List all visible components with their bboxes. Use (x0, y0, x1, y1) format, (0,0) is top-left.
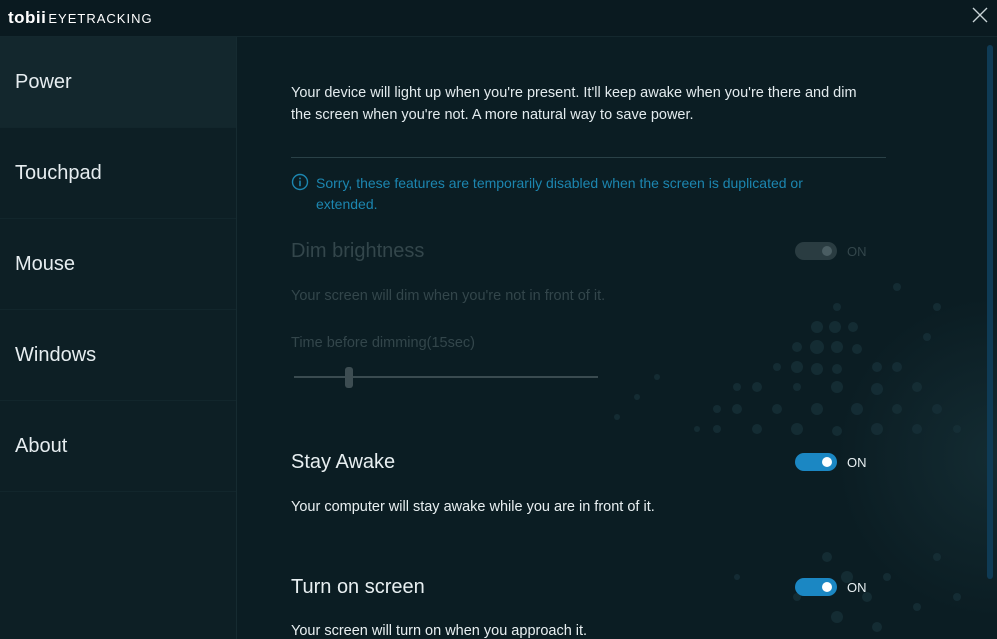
turn-on-screen-toggle-label: ON (847, 580, 867, 595)
disabled-notice: Sorry, these features are temporarily di… (291, 173, 856, 215)
dimming-time-label: Time before dimming(15sec) (291, 335, 475, 351)
sidebar-item-label: Windows (15, 343, 97, 366)
toggle-knob (822, 457, 832, 467)
power-settings-panel: Your device will light up when you're pr… (237, 37, 997, 639)
logo-subbrand: EYETRACKING (48, 11, 153, 26)
dim-brightness-title: Dim brightness (291, 240, 425, 262)
stay-awake-toggle-label: ON (847, 455, 867, 470)
title-bar: tobii EYETRACKING (0, 0, 997, 37)
vertical-scrollbar[interactable] (987, 45, 993, 579)
sidebar-item-label: Power (15, 70, 72, 93)
sidebar-item-touchpad[interactable]: Touchpad (0, 128, 236, 219)
dimming-time-slider-track[interactable] (294, 376, 598, 378)
sidebar: Power Touchpad Mouse Windows About (0, 37, 237, 639)
disabled-notice-text: Sorry, these features are temporarily di… (316, 175, 803, 212)
sidebar-item-label: Mouse (15, 252, 76, 275)
info-icon (291, 173, 309, 191)
close-icon (972, 7, 988, 23)
sidebar-item-windows[interactable]: Windows (0, 310, 236, 401)
turn-on-screen-title: Turn on screen (291, 576, 425, 598)
tobii-logo: tobii EYETRACKING (8, 8, 153, 28)
stay-awake-title: Stay Awake (291, 451, 396, 473)
sidebar-item-label: About (15, 434, 68, 457)
turn-on-screen-description: Your screen will turn on when you approa… (291, 623, 588, 639)
logo-brand: tobii (8, 8, 47, 27)
toggle-knob (822, 246, 832, 256)
dim-brightness-toggle-label: ON (847, 244, 867, 259)
close-button[interactable] (971, 6, 989, 24)
sidebar-item-mouse[interactable]: Mouse (0, 219, 236, 310)
toggle-knob (822, 582, 832, 592)
stay-awake-toggle[interactable] (795, 453, 837, 471)
sidebar-item-about[interactable]: About (0, 401, 236, 492)
dim-brightness-description: Your screen will dim when you're not in … (291, 288, 606, 304)
dimming-time-slider-thumb[interactable] (344, 367, 353, 388)
stay-awake-description: Your computer will stay awake while you … (291, 499, 655, 515)
dim-brightness-toggle[interactable] (795, 242, 837, 260)
intro-text: Your device will light up when you're pr… (291, 85, 857, 123)
sidebar-item-label: Touchpad (15, 161, 102, 184)
sidebar-item-power[interactable]: Power (0, 37, 236, 128)
section-divider (291, 157, 886, 158)
turn-on-screen-toggle[interactable] (795, 578, 837, 596)
